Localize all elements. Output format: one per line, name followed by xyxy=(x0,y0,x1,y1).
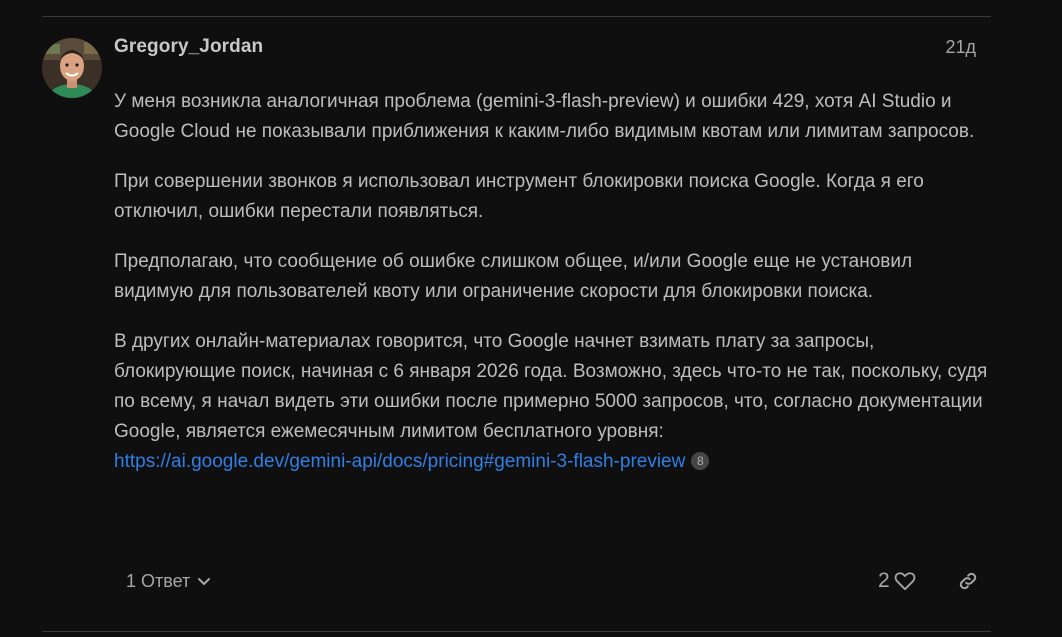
chevron-down-icon xyxy=(198,578,211,585)
post-paragraph-with-link: В других онлайн-материалах говорится, чт… xyxy=(114,327,994,477)
heart-icon xyxy=(894,572,915,591)
link-click-count-badge: 8 xyxy=(691,452,710,470)
pricing-link[interactable]: https://ai.google.dev/gemini-api/docs/pr… xyxy=(114,451,685,472)
post-date[interactable]: 21д xyxy=(945,37,976,58)
post-paragraph: Предполагаю, что сообщение об ошибке сли… xyxy=(114,251,913,302)
divider-top xyxy=(42,16,991,17)
avatar[interactable] xyxy=(42,38,102,98)
username[interactable]: Gregory_Jordan xyxy=(114,36,263,58)
replies-label: 1 Ответ xyxy=(126,570,191,591)
post-paragraph: У меня возникла аналогичная проблема (ge… xyxy=(114,91,975,142)
post-page: Gregory_Jordan 21д У меня возникла анало… xyxy=(0,0,1062,637)
link-icon xyxy=(959,572,977,590)
post-paragraph: При совершении звонков я использовал инс… xyxy=(114,171,924,222)
post-body: У меня возникла аналогичная проблема (ge… xyxy=(114,87,994,497)
copy-link-button[interactable] xyxy=(950,562,986,600)
like-button[interactable]: 2 xyxy=(878,562,916,600)
replies-button[interactable]: 1 Ответ xyxy=(114,562,224,600)
like-count: 2 xyxy=(878,569,890,592)
divider-bottom xyxy=(42,631,991,632)
post-paragraph-text: В других онлайн-материалах говорится, чт… xyxy=(114,331,988,442)
